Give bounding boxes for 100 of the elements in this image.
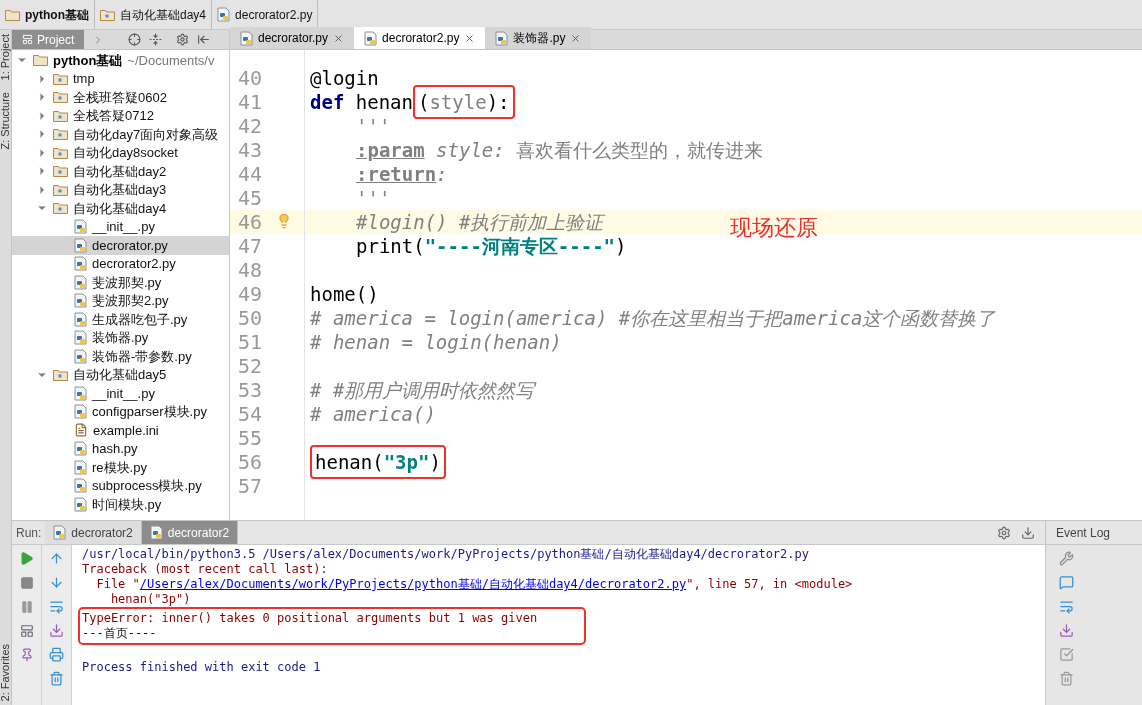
tree-item[interactable]: python基础 ~/Documents/v [12,51,229,70]
line-number: 40 [236,65,262,92]
tree-item[interactable]: 时间模块.py [12,495,229,514]
tool-window-label[interactable]: Z: Structure [0,92,11,150]
tree-item[interactable]: hash.py [12,439,229,458]
tree-item[interactable]: 斐波那契2.py [12,291,229,310]
settings-file-icon [74,423,88,438]
package-folder-icon [53,165,68,178]
tree-label: 全栈班答疑0602 [73,88,167,107]
code-token: @login [310,65,379,91]
line-number: 46 [236,209,262,236]
project-path: ~/Documents/v [127,51,215,70]
tree-label: 全栈答疑0712 [73,107,154,125]
tree-item[interactable]: 自动化基础day3 [12,180,229,199]
tree-item[interactable]: decrorator2.py [12,254,229,273]
code-token: henan( [315,451,384,473]
tree-item[interactable]: tmp [12,69,229,88]
tree-item[interactable]: subprocess模块.py [12,476,229,495]
tree-item[interactable]: 自动化基础day2 [12,162,229,181]
python-file-icon [74,385,87,401]
editor-tab[interactable]: decrorator.py [230,27,355,49]
scroll-to-end-icon[interactable] [1058,623,1074,638]
run-tab[interactable]: decrorator2 [45,521,142,544]
code-token: # america = login(america) #你在这里相当于把america这个函数替换了 [310,305,996,331]
line-number: 47 [236,233,262,260]
breadcrumb[interactable]: python基础 [0,0,95,29]
line-number: 44 [236,161,262,188]
pause-icon[interactable] [19,600,34,614]
code-token: ''' [356,185,391,211]
python-file-icon [74,293,87,309]
line-number: 48 [236,257,262,284]
package-folder-icon [100,8,115,21]
layout-icon[interactable] [19,624,34,638]
code-token: ( [417,91,430,113]
close-icon[interactable] [570,32,582,44]
tree-label: __init__.py [92,384,155,403]
tree-label: 装饰器.py [92,329,149,347]
wrap-icon[interactable] [1058,599,1074,614]
breadcrumb[interactable]: 自动化基础day4 [95,0,213,29]
tree-label: __init__.py [92,218,155,236]
python-file-icon [217,7,231,22]
tree-item[interactable]: example.ini [12,421,229,440]
wrap-icon[interactable] [49,599,64,614]
close-icon[interactable] [333,32,345,44]
checkbox-icon[interactable] [1058,647,1074,662]
download-icon[interactable] [1021,525,1035,540]
run-icon[interactable] [19,551,34,566]
down-arrow-icon[interactable] [49,575,64,590]
line-number: 43 [236,137,262,164]
wrench-icon[interactable] [1058,551,1074,566]
tree-item[interactable]: 装饰器-带参数.py [12,347,229,366]
package-folder-icon [53,128,68,141]
code-token: ''' [356,113,391,139]
line-number: 54 [236,401,262,428]
print-icon[interactable] [49,647,64,662]
tree-item[interactable]: __init__.py [12,217,229,236]
trash-icon[interactable] [49,671,64,686]
tree-item[interactable]: 全栈班答疑0602 [12,88,229,107]
editor-tab[interactable]: decrorator2.py [354,27,486,49]
package-folder-icon [53,183,68,196]
code-token: :param [356,137,425,163]
python-file-icon [149,525,163,540]
settings-icon[interactable] [176,33,190,46]
line-number: 51 [236,329,262,356]
lightbulb-icon[interactable] [276,213,292,229]
collapse-all-icon[interactable] [149,33,163,46]
close-icon[interactable] [464,32,476,44]
tree-item[interactable]: 斐波那契.py [12,273,229,292]
code-token: "3p" [383,451,430,473]
tree-item[interactable]: 生成器吃包子.py [12,310,229,329]
line-number: 55 [236,425,262,452]
package-folder-icon [53,202,68,215]
tree-item[interactable]: 自动化day8socket [12,143,229,162]
file-link[interactable]: /Users/alex/Documents/work/PyProjects/python基础/自动化基础day4/decrorator2.py [139,577,687,591]
scroll-to-end-icon[interactable] [49,623,64,638]
tree-item[interactable]: configparser模块.py [12,402,229,421]
tree-label: 自动化day8socket [73,144,178,162]
code-token: style: [435,137,505,163]
tool-window-label[interactable]: 2: Favorites [0,643,11,701]
line-number: 42 [236,113,262,140]
trash-icon[interactable] [1058,671,1074,686]
tree-item[interactable]: 全栈答疑0712 [12,106,229,125]
code-token: # henan = login(henan) [310,329,562,355]
tree-label: 自动化基础day3 [73,181,167,199]
stop-icon[interactable] [19,576,34,590]
speech-bubble-icon[interactable] [1058,575,1074,590]
editor-tab[interactable]: 装饰器.py [485,27,592,49]
settings-icon[interactable] [997,525,1011,540]
pin-icon[interactable] [19,648,34,662]
tool-window-label[interactable]: 1: Project [0,34,11,81]
tree-item[interactable]: 自动化day7面向对象高级 [12,125,229,144]
tree-item[interactable]: 装饰器.py [12,328,229,347]
code-token: :return [356,161,437,187]
hide-panel-icon[interactable] [197,33,211,46]
tree-item[interactable]: 自动化基础day4 [12,199,229,218]
tree-item[interactable]: re模块.py [12,458,229,477]
tree-item[interactable]: __init__.py [12,384,229,403]
tree-item[interactable]: decrorator.py [12,236,229,255]
locate-icon[interactable] [128,33,142,46]
tree-item[interactable]: 自动化基础day5 [12,365,229,384]
